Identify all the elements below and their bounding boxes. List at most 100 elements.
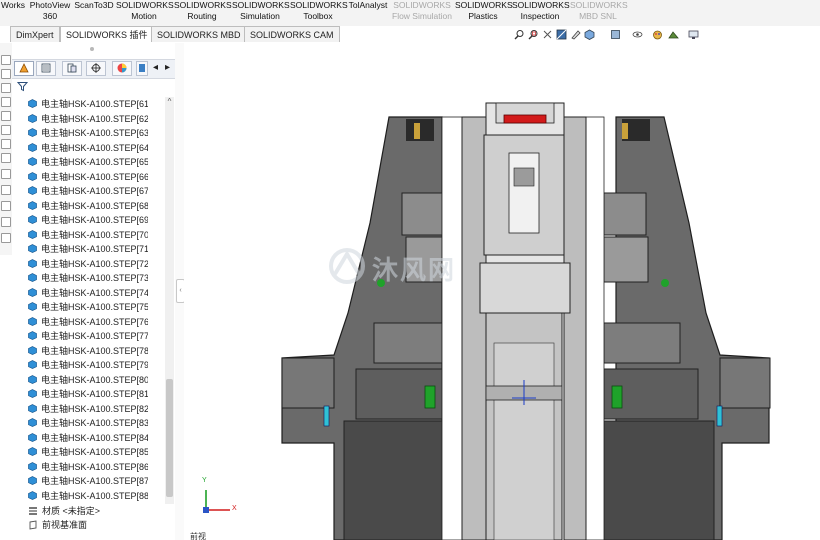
tree-item-part[interactable]: 电主轴HSK-A100.STEP[84 (28, 431, 148, 445)
tree-item-part[interactable]: 电主轴HSK-A100.STEP[61 (28, 97, 148, 111)
tree-item-part[interactable]: 电主轴HSK-A100.STEP[82 (28, 402, 148, 416)
feature-tree-icon (19, 63, 29, 73)
part-cube-icon (28, 403, 37, 413)
apply-scene-icon[interactable] (668, 29, 679, 40)
tool-icon-5[interactable] (1, 111, 11, 121)
tool-icon-6[interactable] (1, 125, 11, 135)
material-label: 材质 <未指定> (42, 506, 101, 516)
tree-filter-button[interactable] (16, 81, 29, 95)
ribbon-item-scanto3d[interactable]: ScanTo3D (74, 0, 114, 11)
tree-item-part[interactable]: 电主轴HSK-A100.STEP[67 (28, 184, 148, 198)
tree-item-label: 电主轴HSK-A100.STEP[77 (41, 331, 148, 341)
tree-item-part[interactable]: 电主轴HSK-A100.STEP[64 (28, 141, 148, 155)
tree-item-part[interactable]: 电主轴HSK-A100.STEP[72 (28, 257, 148, 271)
tool-icon-7[interactable] (1, 139, 11, 149)
ribbon-item-tolanalyst[interactable]: TolAnalyst (347, 0, 389, 11)
part-cube-icon (28, 258, 37, 268)
part-cube-icon (28, 273, 37, 282)
tab-solidworks-cam[interactable]: SOLIDWORKS CAM (244, 26, 340, 42)
edit-appearance-icon[interactable] (652, 29, 663, 40)
ribbon-item-plastics[interactable]: SOLIDWORKS Plastics (455, 0, 513, 22)
tree-item-part[interactable]: 电主轴HSK-A100.STEP[62 (28, 112, 148, 126)
scroll-up-button[interactable]: ^ (165, 97, 174, 106)
tool-icon-11[interactable] (1, 201, 11, 211)
tool-icon-3[interactable] (1, 83, 11, 93)
tree-item-front-plane[interactable]: 前视基准面 (28, 518, 87, 532)
ribbon-label-2: Flow Simulation (392, 11, 452, 21)
tree-item-part[interactable]: 电主轴HSK-A100.STEP[68 (28, 199, 148, 213)
tool-icon-2[interactable] (1, 69, 11, 79)
view-settings-icon[interactable] (688, 29, 699, 40)
tab-solidworks-addins[interactable]: SOLIDWORKS 插件 (60, 26, 154, 42)
tree-item-part[interactable]: 电主轴HSK-A100.STEP[71 (28, 242, 148, 256)
tree-item-part[interactable]: 电主轴HSK-A100.STEP[76 (28, 315, 148, 329)
tree-item-part[interactable]: 电主轴HSK-A100.STEP[65 (28, 155, 148, 169)
ribbon-item-inspection[interactable]: SOLIDWORKS Inspection (512, 0, 570, 22)
ribbon-item-motion[interactable]: SOLIDWORKS Motion (116, 0, 174, 22)
tab-dimxpert[interactable]: DimXpert (10, 26, 60, 42)
hide-show-items-icon[interactable] (632, 29, 643, 40)
previous-view-icon[interactable] (542, 29, 553, 40)
tree-item-part[interactable]: 电主轴HSK-A100.STEP[79 (28, 358, 148, 372)
plane-icon (29, 520, 37, 530)
tree-item-part[interactable]: 电主轴HSK-A100.STEP[83 (28, 416, 148, 430)
ribbon-item-routing[interactable]: SOLIDWORKS Routing (174, 0, 232, 22)
section-view-icon[interactable] (556, 29, 567, 40)
tool-icon-4[interactable] (1, 97, 11, 107)
tool-icon-13[interactable] (1, 233, 11, 243)
tree-item-label: 电主轴HSK-A100.STEP[70 (41, 229, 148, 240)
tree-item-part[interactable]: 电主轴HSK-A100.STEP[81 (28, 387, 148, 401)
cam-tab[interactable] (136, 61, 148, 76)
tree-item-part[interactable]: 电主轴HSK-A100.STEP[86 (28, 460, 148, 474)
view-orientation-icon[interactable] (584, 29, 595, 40)
tree-item-part[interactable]: 电主轴HSK-A100.STEP[75 (28, 300, 148, 314)
display-style-icon[interactable] (610, 29, 621, 40)
propertymanager-tab[interactable] (36, 61, 56, 76)
tree-item-part[interactable]: 电主轴HSK-A100.STEP[70 (28, 228, 148, 242)
configurationmanager-tab[interactable] (62, 61, 82, 76)
tree-item-part[interactable]: 电主轴HSK-A100.STEP[85 (28, 445, 148, 459)
tree-item-part[interactable]: 电主轴HSK-A100.STEP[69 (28, 213, 148, 227)
tree-item-part[interactable]: 电主轴HSK-A100.STEP[78 (28, 344, 148, 358)
tool-icon-12[interactable] (1, 217, 11, 227)
part-cube-icon (28, 215, 37, 224)
tree-item-part[interactable]: 电主轴HSK-A100.STEP[66 (28, 170, 148, 184)
cam-icon (139, 64, 145, 72)
panel-grip[interactable] (90, 47, 94, 51)
zoom-to-fit-icon[interactable] (514, 29, 525, 40)
tree-item-part[interactable]: 电主轴HSK-A100.STEP[87 (28, 474, 148, 488)
view-name-label: 前视 (190, 532, 206, 540)
tree-item-part[interactable]: 电主轴HSK-A100.STEP[74 (28, 286, 148, 300)
ribbon-item-mbd-snl[interactable]: SOLIDWORKS MBD SNL (570, 0, 628, 22)
ribbon-label-2: 360 (42, 11, 58, 21)
dimxpertmanager-tab[interactable] (86, 61, 106, 76)
scrollbar-thumb[interactable] (166, 379, 173, 497)
tree-item-part[interactable]: 电主轴HSK-A100.STEP[88 (28, 489, 148, 503)
tab-scroll-left[interactable]: ◂ (150, 61, 161, 76)
ribbon-item-simulation[interactable]: SOLIDWORKS Simulation (232, 0, 290, 22)
tree-item-part[interactable]: 电主轴HSK-A100.STEP[80 (28, 373, 148, 387)
tree-scrollbar[interactable]: ^ (165, 97, 174, 504)
tree-item-part[interactable]: 电主轴HSK-A100.STEP[73 (28, 271, 148, 285)
ribbon-item-solidworks[interactable]: Works (0, 0, 26, 11)
ribbon-item-toolbox[interactable]: SOLIDWORKS Toolbox (290, 0, 348, 22)
graphics-area[interactable]: Y X 沐风网 前视 (184, 43, 820, 540)
tree-item-material[interactable]: 材质 <未指定> (28, 504, 100, 518)
tree-item-part[interactable]: 电主轴HSK-A100.STEP[63 (28, 126, 148, 140)
zoom-to-area-icon[interactable] (528, 29, 539, 40)
chevron-left-icon: ◂ (152, 62, 159, 73)
panel-splitter[interactable]: ‹ (175, 43, 185, 540)
dynamic-annotation-icon[interactable] (570, 29, 581, 40)
tree-item-label: 电主轴HSK-A100.STEP[68 (41, 200, 148, 211)
ribbon-item-flow-simulation[interactable]: SOLIDWORKS Flow Simulation (390, 0, 454, 22)
tree-item-part[interactable]: 电主轴HSK-A100.STEP[77 (28, 329, 148, 343)
tool-icon-9[interactable] (1, 169, 11, 179)
tab-scroll-right[interactable]: ▸ (162, 61, 173, 76)
tab-solidworks-mbd[interactable]: SOLIDWORKS MBD (151, 26, 247, 42)
tool-icon-10[interactable] (1, 185, 11, 195)
tool-icon-8[interactable] (1, 153, 11, 163)
ribbon-item-photoview[interactable]: PhotoView 360 (29, 0, 71, 22)
tool-icon-1[interactable] (1, 55, 11, 65)
displaymanager-tab[interactable] (112, 61, 132, 76)
featuremanager-tab[interactable] (14, 61, 34, 76)
